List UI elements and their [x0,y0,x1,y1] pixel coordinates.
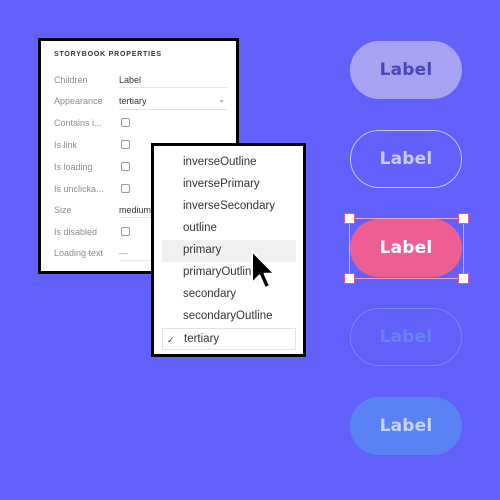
option-label: inverseOutline [183,156,257,168]
prop-label: Loading text [54,248,104,258]
check-icon: ✓ [167,335,175,345]
prop-label: Is loading [54,162,93,172]
resize-handle-bottom-left[interactable] [344,273,355,284]
chevron-down-icon: ⌄ [218,95,225,104]
is-loading-checkbox[interactable] [121,162,130,171]
size-select-value[interactable]: medium [119,205,151,215]
option-label: outline [183,222,217,234]
prop-label: Is link [54,140,78,150]
prop-label: Is unclicka... [54,184,104,194]
prop-row-contains-icon: Contains i... [41,113,236,135]
is-disabled-checkbox[interactable] [121,227,130,236]
prop-label: Children [54,75,88,85]
prop-label: Appearance [54,96,103,106]
label-button-tertiary[interactable]: Label [350,41,462,99]
dropdown-option-outline[interactable]: outline [162,218,296,240]
dropdown-option-inversesecondary[interactable]: inverseSecondary [162,196,296,218]
option-label: primary [183,244,222,256]
label-button-outline[interactable]: Label [350,308,462,366]
prop-label: Contains i... [54,118,102,128]
panel-title: STORYBOOK PROPERTIES [54,51,162,58]
label-button-inverse-outline[interactable]: Label [350,130,462,188]
label-button-secondary[interactable]: Label [350,397,462,455]
option-label: tertiary [184,333,220,345]
prop-row-appearance: Appearance tertiary ⌄ [41,91,236,113]
input-underline [119,87,227,88]
resize-handle-bottom-right[interactable] [458,273,469,284]
is-unclickable-checkbox[interactable] [121,184,130,193]
children-input[interactable]: Label [119,75,141,85]
dropdown-option-inverseoutline[interactable]: inverseOutline [162,152,296,174]
is-link-checkbox[interactable] [121,140,130,149]
dropdown-option-tertiary[interactable]: ✓ tertiary [162,328,296,350]
prop-label: Size [54,205,72,215]
contains-icon-checkbox[interactable] [121,118,130,127]
mouse-pointer-icon [251,250,276,289]
option-label: inverseSecondary [183,200,276,212]
appearance-select-value: tertiary [119,96,147,106]
prop-label: Is disabled [54,227,98,237]
label-button-primary-selected[interactable]: Label [350,219,462,277]
loading-text-input[interactable]: — [119,248,128,258]
dropdown-option-secondaryoutline[interactable]: secondaryOutline [162,306,296,328]
option-label: secondaryOutline [183,310,273,322]
option-label: primaryOutline [183,266,258,278]
option-label: inversePrimary [183,178,260,190]
appearance-dropdown-menu: inverseOutline inversePrimary inverseSec… [151,143,306,357]
dropdown-option-inverseprimary[interactable]: inversePrimary [162,174,296,196]
resize-handle-top-right[interactable] [458,213,469,224]
prop-row-children: Children Label [41,70,236,92]
resize-handle-top-left[interactable] [344,213,355,224]
appearance-select[interactable]: tertiary ⌄ [119,93,227,110]
option-label: secondary [183,288,237,300]
